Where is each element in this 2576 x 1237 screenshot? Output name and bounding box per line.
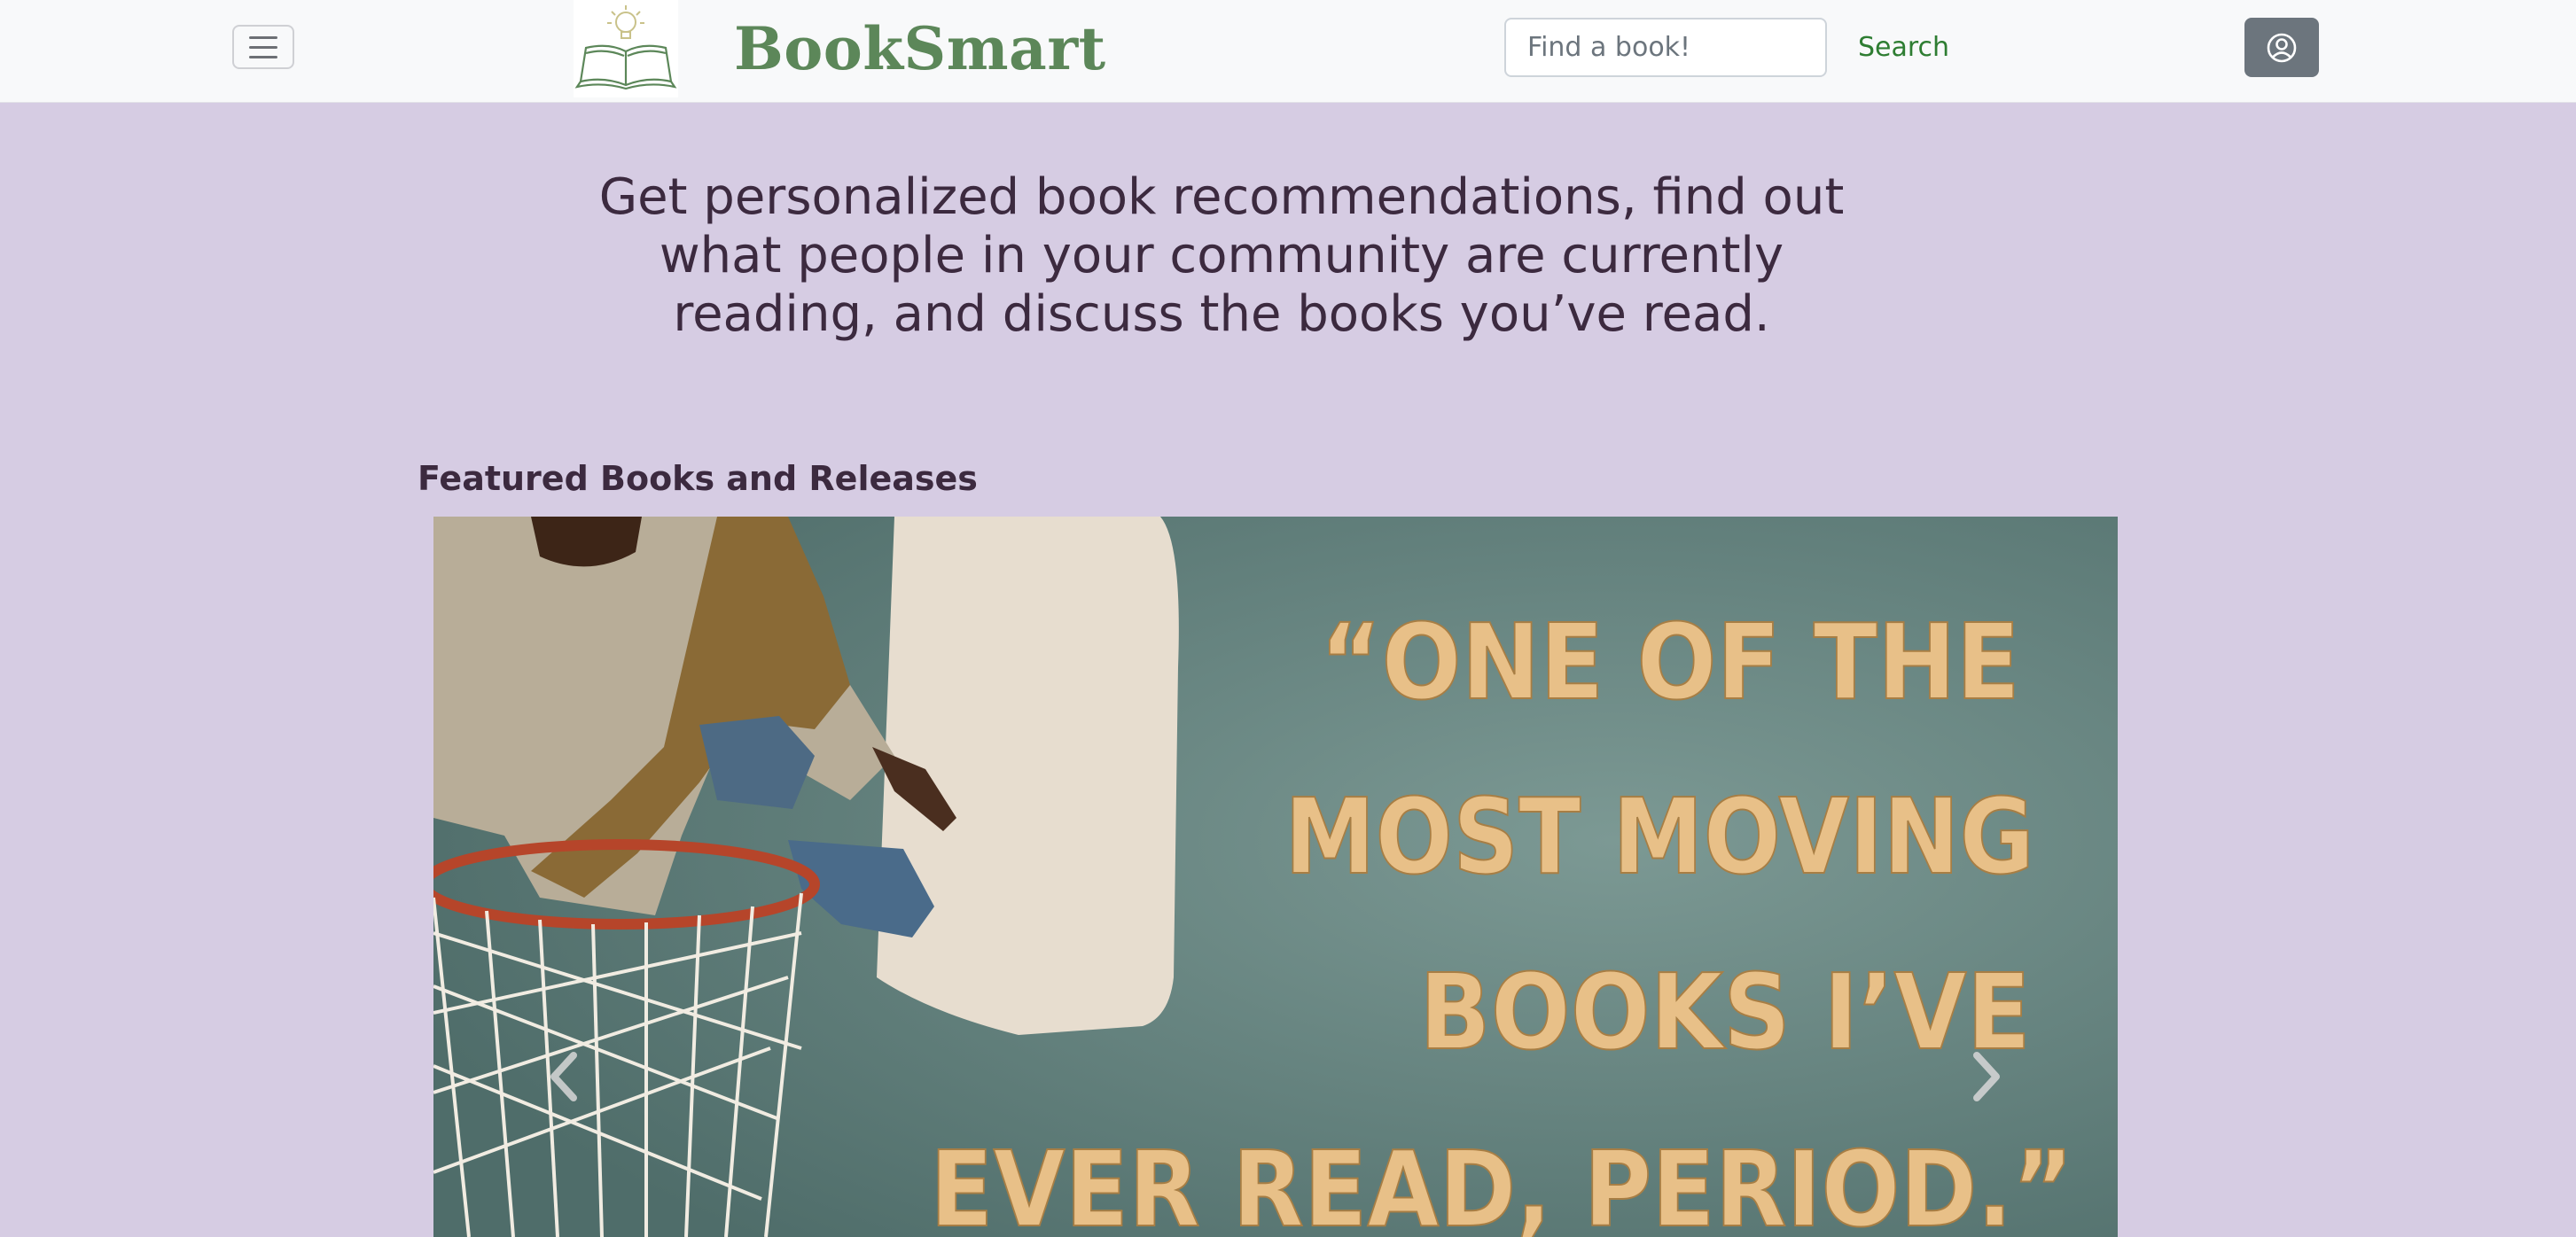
slide-quote-line-1: “ONE OF THE	[1320, 601, 2020, 723]
carousel-next-button[interactable]	[1961, 1041, 2014, 1112]
slide-quote-line-3: BOOKS I’VE	[1419, 951, 2031, 1073]
carousel-prev-button[interactable]	[536, 1041, 589, 1112]
slide-quote-line-2: MOST MOVING	[1284, 775, 2034, 898]
brand-name[interactable]: BookSmart	[734, 9, 1106, 89]
search-button[interactable]: Search	[1840, 18, 1967, 77]
slide-quote-line-4: EVER READ, PERIOD.”	[930, 1128, 2073, 1237]
navbar: BookSmart Search	[0, 0, 2576, 103]
chevron-left-icon	[550, 1052, 577, 1101]
chevron-right-icon	[1973, 1052, 2000, 1101]
featured-carousel[interactable]: “ONE OF THE MOST MOVING BOOKS I’VE EVER …	[433, 517, 2118, 1237]
hamburger-menu-icon[interactable]	[232, 25, 294, 69]
account-button[interactable]	[2244, 18, 2319, 77]
user-circle-icon	[2267, 33, 2297, 62]
logo-icon[interactable]	[574, 0, 678, 97]
featured-heading: Featured Books and Releases	[418, 459, 978, 498]
hero-tagline: Get personalized book recommendations, f…	[598, 168, 1845, 343]
carousel-slide[interactable]: “ONE OF THE MOST MOVING BOOKS I’VE EVER …	[433, 517, 2118, 1237]
search-input[interactable]	[1504, 18, 1827, 77]
